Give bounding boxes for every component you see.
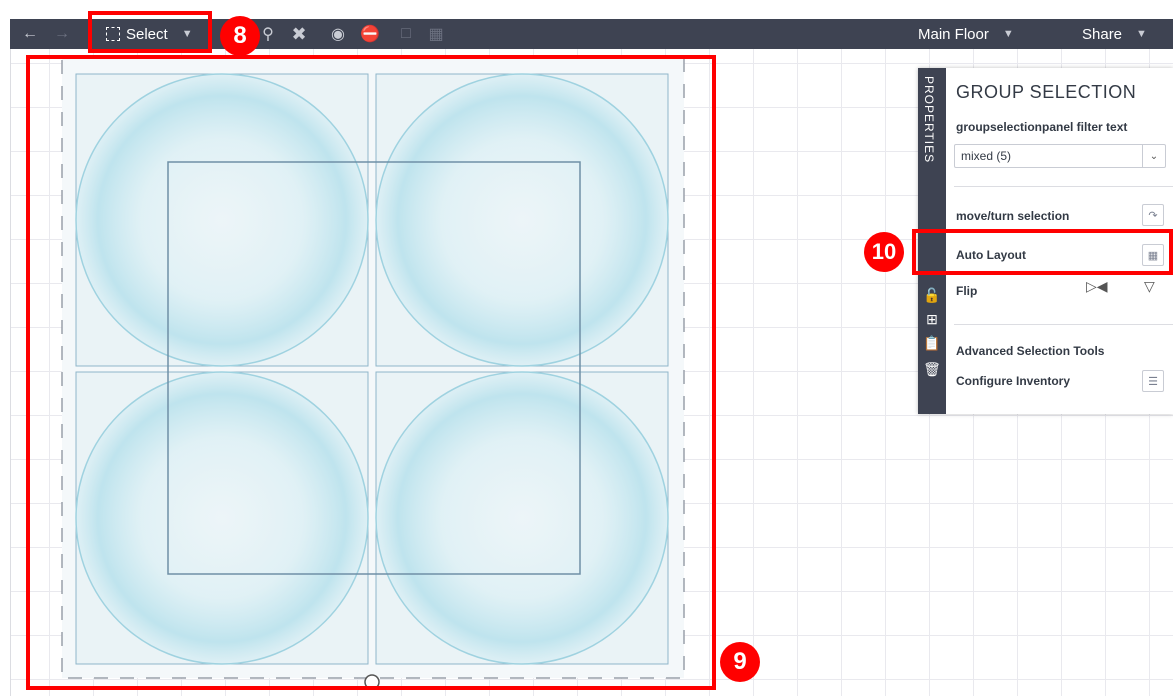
- move-turn-icon[interactable]: ↷: [1142, 204, 1164, 226]
- auto-layout-highlight-box: [912, 229, 1173, 275]
- callout-badge-9: 9: [720, 642, 760, 682]
- properties-tab-label[interactable]: PROPERTIES: [922, 76, 936, 163]
- configure-inventory-label: Configure Inventory: [956, 374, 1071, 388]
- move-turn-label: move/turn selection: [956, 209, 1070, 223]
- flip-vertical-icon[interactable]: ▽: [1144, 278, 1155, 295]
- clipboard-icon[interactable]: 📋: [923, 334, 941, 352]
- divider: [954, 186, 1173, 187]
- flip-horizontal-icon[interactable]: ▷◀: [1086, 278, 1108, 295]
- filter-select[interactable]: mixed (5) ⌄: [954, 144, 1166, 168]
- callout-badge-10: 10: [864, 232, 904, 272]
- filter-value: mixed (5): [961, 149, 1012, 163]
- callout-badge-8: 8: [220, 16, 260, 56]
- canvas-highlight-box: [26, 55, 716, 690]
- lock-icon[interactable]: 🔓: [923, 286, 941, 304]
- trash-icon[interactable]: 🗑: [923, 360, 941, 378]
- add-icon[interactable]: ⊞: [923, 310, 941, 328]
- advanced-tools-label: Advanced Selection Tools: [956, 344, 1105, 358]
- panel-title: GROUP SELECTION: [956, 82, 1137, 102]
- filter-label: groupselectionpanel filter text: [956, 120, 1128, 134]
- chevron-down-icon: ⌄: [1142, 145, 1165, 167]
- divider: [954, 324, 1173, 325]
- flip-label: Flip: [956, 284, 978, 298]
- list-icon[interactable]: ☰: [1142, 370, 1164, 392]
- select-highlight-box: [88, 11, 212, 53]
